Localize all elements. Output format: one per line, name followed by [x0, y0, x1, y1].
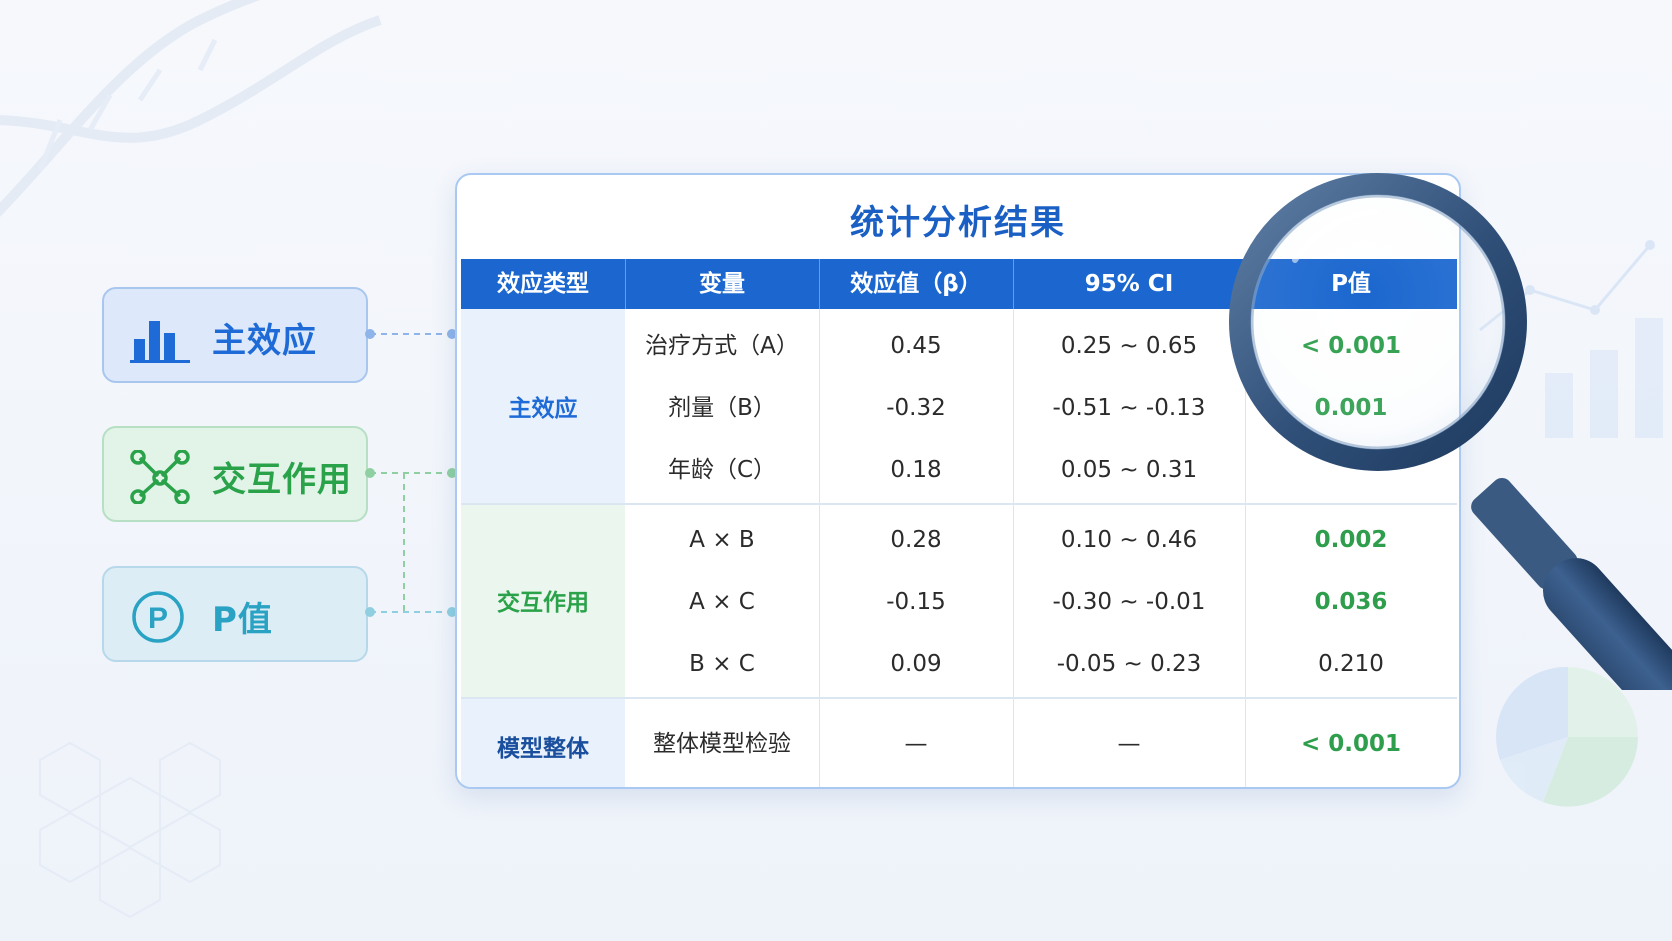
pie-chart-icon — [1496, 666, 1638, 807]
table-cell-variable: B × C — [689, 651, 755, 677]
panel-title: 统计分析结果 — [850, 203, 1066, 243]
table-cell-ci: -0.51 ~ -0.13 — [1052, 395, 1206, 421]
legend-card-main-effect: 主效应 — [102, 287, 368, 383]
table-cell-beta: -0.32 — [886, 395, 946, 421]
table-cell-variable: A × B — [689, 527, 755, 553]
hexagon-pattern-icon — [39, 741, 221, 919]
group-label-main-effect: 主效应 — [508, 396, 578, 422]
table-cell-ci: 0.05 ~ 0.31 — [1060, 457, 1198, 483]
table-cell-p-value: 0.001 — [1314, 395, 1388, 421]
table-cell-p-value — [1245, 439, 1457, 501]
header-ci: 95% CI — [1084, 271, 1174, 297]
table-cell-variable: 年龄（C） — [667, 457, 777, 483]
table-cell-beta: — — [904, 731, 928, 757]
table-cell-beta: 0.45 — [890, 333, 942, 359]
group-label-interaction: 交互作用 — [497, 590, 589, 616]
p-circle-icon: P — [132, 591, 184, 643]
legend-label-interaction: 交互作用 — [212, 460, 352, 500]
group-cell-main-effect: 主效应 — [461, 309, 625, 503]
table-cell-ci: 0.25 ~ 0.65 — [1060, 333, 1198, 359]
table-cell-variable: A × C — [689, 589, 755, 615]
legend-label-p-value: P值 — [212, 600, 273, 640]
table-cell-beta: 0.09 — [890, 651, 942, 677]
table-cell-beta: 0.28 — [890, 527, 942, 553]
table-cell-p-value: < 0.001 — [1300, 333, 1402, 359]
legend-card-p-value: P P值 — [102, 566, 368, 662]
bar-chart-icon — [130, 321, 190, 363]
table-cell-variable: 治疗方式（A） — [645, 333, 799, 359]
results-panel: 统计分析结果 效应类型 变量 效应值（β） 95% CI P值 主效应 交互作用… — [455, 173, 1461, 789]
table-header: 效应类型 变量 效应值（β） 95% CI P值 — [461, 259, 1457, 309]
table-cell-p-value: < 0.001 — [1300, 731, 1402, 757]
table-cell-beta: 0.18 — [890, 457, 942, 483]
svg-text:P: P — [148, 602, 168, 635]
group-label-model: 模型整体 — [497, 736, 589, 762]
header-p-value: P值 — [1331, 271, 1371, 297]
trend-chart-icon — [1479, 240, 1663, 438]
table-cell-p-value: 0.036 — [1314, 589, 1388, 615]
legend-label-main-effect: 主效应 — [212, 321, 317, 361]
table-cell-ci: — — [1117, 731, 1141, 757]
header-beta: 效应值（β） — [850, 271, 982, 297]
header-effect-type: 效应类型 — [497, 271, 589, 297]
legend-card-interaction: 交互作用 — [102, 426, 368, 522]
table-cell-beta: -0.15 — [886, 589, 946, 615]
table-cell-ci: -0.30 ~ -0.01 — [1052, 589, 1206, 615]
header-variable: 变量 — [699, 271, 745, 297]
table-cell-p-value: 0.002 — [1314, 527, 1388, 553]
group-cell-interaction: 交互作用 — [461, 505, 625, 697]
table-cell-p-value: 0.210 — [1318, 651, 1384, 677]
dna-helix-icon — [0, 0, 382, 217]
table-cell-ci: 0.10 ~ 0.46 — [1060, 527, 1198, 553]
table-cell-variable: 剂量（B） — [668, 395, 776, 421]
group-cell-model: 模型整体 — [461, 699, 625, 787]
network-nodes-icon — [130, 450, 190, 504]
table-cell-ci: -0.05 ~ 0.23 — [1056, 651, 1202, 677]
table-cell-variable: 整体模型检验 — [653, 731, 791, 757]
